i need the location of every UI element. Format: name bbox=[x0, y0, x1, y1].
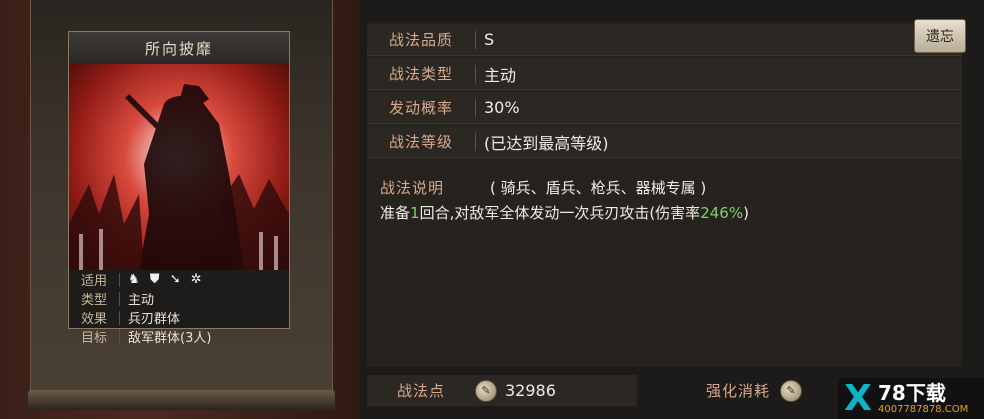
watermark-logo: X 78下载 4007787878.COM bbox=[838, 378, 984, 419]
row-quality: 战法品质 S bbox=[367, 24, 962, 56]
tactic-point-icon: ✎ bbox=[475, 379, 497, 402]
logo-sub: 4007787878.COM bbox=[878, 403, 969, 415]
info-row-type: 类型 主动 bbox=[69, 289, 289, 308]
info-value: 敌军群体(3人) bbox=[128, 330, 212, 346]
row-value: 主动 bbox=[484, 65, 517, 85]
info-row-effect: 效果 兵刃群体 bbox=[69, 308, 289, 327]
enhance-label: 强化消耗 bbox=[706, 382, 771, 400]
troop-icons: ♞ ⛊ ➘ ✲ bbox=[128, 272, 208, 287]
desc-pre: 准备 bbox=[380, 204, 411, 222]
logo-main: 78下载 bbox=[878, 380, 946, 405]
skill-card-art bbox=[69, 64, 289, 270]
divider bbox=[475, 132, 476, 151]
description-label: 战法说明 bbox=[380, 179, 445, 197]
skill-card-info: 适用 ♞ ⛊ ➘ ✲ 类型 主动 效果 兵刃群体 目标 敌军群体(3人) bbox=[69, 270, 289, 346]
logo-mark: X bbox=[844, 378, 872, 419]
points-value: 32986 bbox=[505, 381, 556, 400]
cavalry-icon: ♞ bbox=[128, 272, 140, 287]
description-troops: ( 骑兵、盾兵、枪兵、器械专属 ) bbox=[490, 179, 707, 197]
info-key: 类型 bbox=[80, 293, 107, 308]
divider bbox=[119, 329, 120, 343]
logo-text: 78下载 4007787878.COM bbox=[878, 382, 968, 416]
divider bbox=[119, 291, 120, 306]
divider bbox=[119, 310, 120, 325]
row-rate: 发动概率 30% bbox=[367, 92, 962, 124]
row-label: 战法品质 bbox=[388, 31, 453, 49]
tactic-point-icon: ✎ bbox=[780, 379, 803, 402]
divider bbox=[119, 272, 120, 287]
row-type: 战法类型 主动 bbox=[367, 58, 962, 90]
row-value: (已达到最高等级) bbox=[484, 133, 609, 153]
info-key: 目标 bbox=[80, 330, 107, 346]
divider bbox=[475, 64, 476, 83]
divider bbox=[475, 98, 476, 117]
info-value: 主动 bbox=[128, 293, 155, 308]
row-value: S bbox=[484, 30, 495, 49]
skill-card-title: 所向披靡 bbox=[69, 32, 289, 65]
info-row-applicable: 适用 ♞ ⛊ ➘ ✲ bbox=[69, 270, 289, 289]
points-bar: 战法点 ✎ 32986 bbox=[367, 375, 637, 406]
row-label: 发动概率 bbox=[388, 99, 453, 117]
desc-post: ) bbox=[743, 204, 749, 222]
divider bbox=[475, 30, 476, 49]
desc-mid: 回合,对敌军全体发动一次兵刃攻击(伤害率 bbox=[419, 204, 701, 222]
description-text: 准备1回合,对敌军全体发动一次兵刃攻击(伤害率246%) bbox=[380, 202, 749, 223]
points-label: 战法点 bbox=[396, 382, 445, 400]
warrior-silhouette-art bbox=[69, 84, 289, 270]
desc-damage-rate: 246% bbox=[700, 204, 744, 222]
info-row-target: 目标 敌军群体(3人) bbox=[69, 327, 289, 346]
forget-button[interactable]: 遗忘 bbox=[914, 19, 966, 53]
info-value: 兵刃群体 bbox=[128, 312, 181, 327]
desc-rounds: 1 bbox=[410, 204, 420, 222]
row-level: 战法等级 (已达到最高等级) bbox=[367, 126, 962, 158]
spear-icon: ➘ bbox=[169, 272, 181, 287]
shield-icon: ⛊ bbox=[149, 272, 160, 287]
wheel-icon: ✲ bbox=[190, 272, 202, 287]
scroll-roller bbox=[28, 390, 335, 410]
row-value: 30% bbox=[484, 98, 520, 117]
info-key: 效果 bbox=[80, 312, 107, 327]
info-key: 适用 bbox=[80, 274, 107, 289]
row-label: 战法类型 bbox=[388, 65, 453, 83]
skill-card: 所向披靡 适用 ♞ ⛊ ➘ ✲ 类型 主动 效果 兵刃群体 目标 敌军群体(3人… bbox=[68, 31, 290, 346]
row-label: 战法等级 bbox=[388, 133, 453, 151]
